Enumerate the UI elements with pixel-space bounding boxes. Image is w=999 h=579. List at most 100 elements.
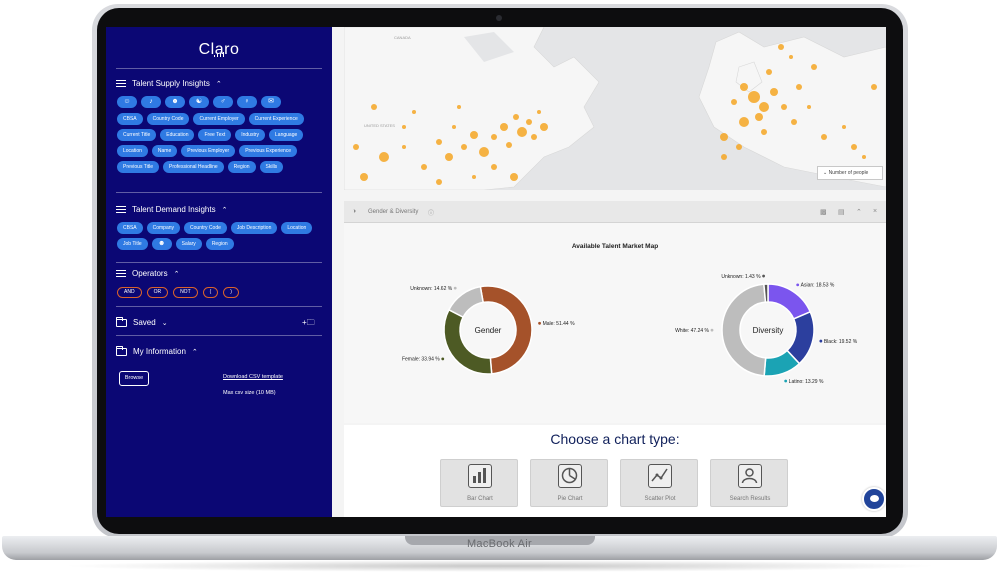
info-section-header[interactable]: My Information ⌃ <box>116 345 198 356</box>
chip-professional-headline[interactable]: Professional Headline <box>163 161 224 173</box>
chip-cbsa[interactable]: CBSA <box>117 113 143 125</box>
chip-location[interactable]: Location <box>117 145 148 157</box>
group-icon[interactable]: ☯ <box>189 96 209 108</box>
bar-chart-icon <box>468 464 492 488</box>
search-results-option[interactable]: Search Results <box>710 459 788 507</box>
person-icon <box>738 464 762 488</box>
slice-label: Black: 19.52 % <box>824 339 858 345</box>
print-icon[interactable]: ▤ <box>838 208 845 216</box>
slice-label: Male: 51.44 % <box>543 321 576 327</box>
users-icon[interactable]: ☻ <box>151 238 172 250</box>
divider <box>116 306 322 307</box>
demand-section-header[interactable]: Talent Demand Insights ⌃ <box>116 205 227 214</box>
search-results-label: Search Results <box>729 496 771 502</box>
browse-button[interactable]: Browse <box>119 371 149 386</box>
pie-icon: ◑ <box>352 208 357 215</box>
operator-not[interactable]: NOT <box>173 287 198 298</box>
divider <box>116 192 322 193</box>
operator-and[interactable]: AND <box>117 287 142 298</box>
donut-slice[interactable] <box>763 283 769 303</box>
bar-chart-option[interactable]: Bar Chart <box>440 459 518 507</box>
slice-label: Latino: 13.29 % <box>789 379 824 385</box>
info-icon: ⓘ <box>428 211 435 217</box>
camera-icon <box>496 15 502 21</box>
map-canvas: CANADA UNITED STATES <box>343 27 886 191</box>
app-logo[interactable]: Claro <box>106 41 332 59</box>
donut-charts: Male: 51.44 % Female: 33.94 % Unknown: 14.… <box>402 274 858 385</box>
slice-label: Asian: 18.53 % <box>801 283 835 289</box>
chip-current-experience[interactable]: Current Experience <box>248 113 304 125</box>
close-icon[interactable]: × <box>873 208 877 215</box>
download-csv-link[interactable]: Download CSV template <box>223 374 283 380</box>
laptop-shadow <box>60 560 940 572</box>
chevron-up-icon: ⌃ <box>191 348 198 356</box>
pie-chart-option[interactable]: Pie Chart <box>530 459 608 507</box>
chooser-title: Choose a chart type: <box>550 431 680 447</box>
chip-cbsa[interactable]: CBSA <box>117 222 143 234</box>
scatter-plot-option[interactable]: Scatter Plot <box>620 459 698 507</box>
chip-previous-experience[interactable]: Previous Experience <box>239 145 298 157</box>
saved-section-header[interactable]: Saved ⌄ <box>116 316 168 327</box>
donut-slice[interactable] <box>447 285 485 319</box>
chip-job-title[interactable]: Job Title <box>117 238 148 250</box>
slice-label: Unknown: 1.43 % <box>721 274 761 280</box>
pie-chart-icon <box>558 464 582 488</box>
users-icon[interactable]: ☻ <box>165 96 185 108</box>
pie-chart-label: Pie Chart <box>557 496 583 502</box>
max-csv-note: Max csv size (10 MB) <box>223 390 276 396</box>
chip-skills[interactable]: Skills <box>259 161 284 173</box>
chip-industry[interactable]: Industry <box>235 129 266 141</box>
chip-region[interactable]: Region <box>227 161 256 173</box>
demand-section-title: Talent Demand Insights <box>132 205 216 214</box>
talent-map[interactable]: CANADA UNITED STATES <box>343 27 886 191</box>
chip-country-code[interactable]: Country Code <box>146 113 190 125</box>
chip-location[interactable]: Location <box>281 222 313 234</box>
legend-dot <box>710 328 714 332</box>
app-screen: Claro Talent Supply Insights ⌃ ☺ ♪ ☻ ☯ ♂… <box>106 27 886 517</box>
chip-current-title[interactable]: Current Title <box>117 129 157 141</box>
supply-section-header[interactable]: Talent Supply Insights ⌃ <box>116 79 222 88</box>
user-icon[interactable]: ☺ <box>117 96 137 108</box>
donut-center-label: Diversity <box>753 326 784 335</box>
panel-title: Gender & Diversity <box>368 209 419 215</box>
chip-company[interactable]: Company <box>146 222 181 234</box>
operators-section-header[interactable]: Operators ⌃ <box>116 269 179 278</box>
add-folder-icon[interactable]: +🗀 <box>302 317 315 331</box>
chip-region[interactable]: Region <box>205 238 234 250</box>
folder-open-icon <box>116 345 127 356</box>
collapse-icon[interactable]: ⌃ <box>856 208 862 216</box>
donut-slice[interactable] <box>767 283 812 320</box>
bar-chart-label: Bar Chart <box>467 496 493 502</box>
operator-or[interactable]: OR <box>146 287 169 298</box>
chip-country-code[interactable]: Country Code <box>184 222 227 234</box>
chat-bubble-icon[interactable] <box>862 487 886 511</box>
device-label: MacBook Air <box>466 538 533 550</box>
chip-free-text[interactable]: Free Text <box>198 129 232 141</box>
chip-current-employer[interactable]: Current Employer <box>193 113 245 125</box>
operator-chips: AND OR NOT ( ) <box>117 287 239 298</box>
map-legend[interactable]: ⌄ Number of people <box>817 166 883 180</box>
mail-icon[interactable]: ✉ <box>261 96 281 108</box>
chip-previous-employer[interactable]: Previous Employer <box>181 145 236 157</box>
chip-language[interactable]: Language <box>269 129 304 141</box>
chip-job-description[interactable]: Job Description <box>230 222 278 234</box>
download-icon[interactable]: ▩ <box>820 208 827 216</box>
scatter-plot-icon <box>648 464 672 488</box>
donut-slice[interactable] <box>443 308 493 375</box>
chip-salary[interactable]: Salary <box>175 238 202 250</box>
slice-label: Unknown: 14.62 % <box>410 286 453 292</box>
list-icon <box>116 79 126 88</box>
gender-male-icon[interactable]: ♂ <box>213 96 233 108</box>
sliders-icon <box>116 269 126 278</box>
operator-open-paren[interactable]: ( <box>202 287 219 298</box>
bell-icon[interactable]: ♪ <box>141 96 161 108</box>
chip-name[interactable]: Name <box>151 145 178 157</box>
map-legend-label: Number of people <box>828 170 869 176</box>
chevron-down-icon: ⌄ <box>161 319 168 327</box>
gender-diversity-panel-header: ◑ Gender & Diversity ⓘ ▩ ▤ ⌃ × <box>344 201 886 223</box>
chip-previous-title[interactable]: Previous Title <box>117 161 160 173</box>
chip-education[interactable]: Education <box>160 129 195 141</box>
scatter-plot-label: Scatter Plot <box>644 496 676 502</box>
gender-female-icon[interactable]: ♀ <box>237 96 257 108</box>
operator-close-paren[interactable]: ) <box>223 287 239 298</box>
